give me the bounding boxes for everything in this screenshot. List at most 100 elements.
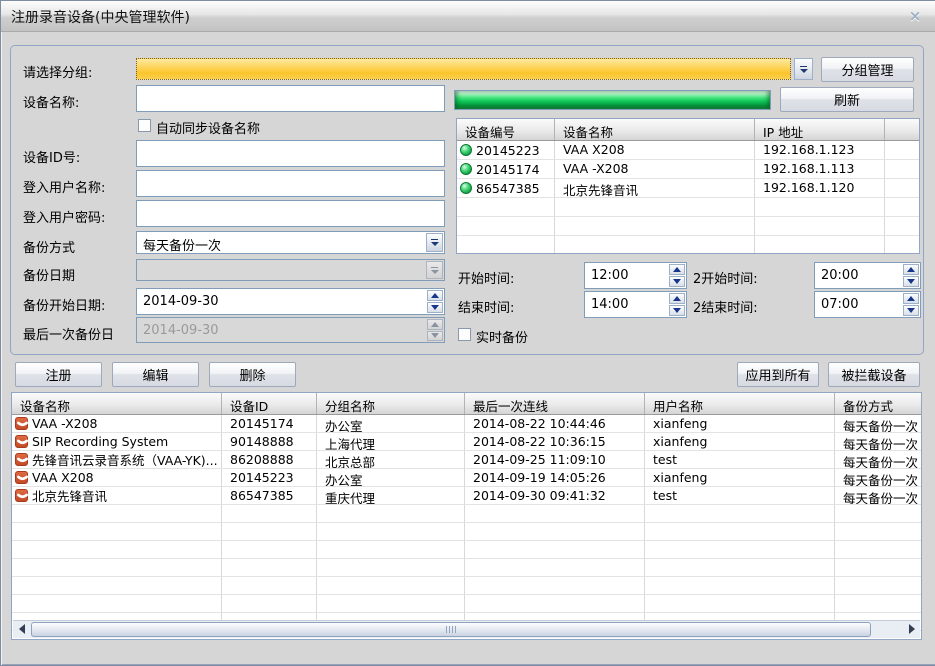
last-backup-date-spinner: 2014-09-30 (136, 317, 445, 343)
last-connection: 2014-09-30 09:41:32 (465, 487, 645, 504)
backup-mode-label: 备份方式 (23, 237, 75, 256)
spin-up-icon (427, 319, 443, 330)
empty-row (12, 505, 921, 523)
device-name: VAA -X208 (555, 160, 755, 178)
start-time-spinner[interactable]: 12:00 (584, 262, 687, 289)
group-select-dropdown-icon[interactable] (794, 58, 813, 80)
table-row[interactable]: VAA X208 20145223 办公室 2014-09-19 14:05:2… (12, 469, 921, 487)
spin-down-icon[interactable] (669, 305, 685, 316)
column-header[interactable]: 设备名称 (12, 393, 222, 414)
device-id: 86208888 (222, 451, 317, 468)
backup-date-combobox (136, 259, 445, 281)
spin-up-icon[interactable] (903, 293, 919, 304)
last-connection: 2014-09-25 11:09:10 (465, 451, 645, 468)
scrollbar-thumb[interactable] (31, 622, 871, 637)
spin-down-icon[interactable] (669, 276, 685, 287)
group-select-combobox[interactable] (136, 58, 791, 80)
last-connection: 2014-08-22 10:44:46 (465, 415, 645, 432)
start-time2-spinner[interactable]: 20:00 (814, 262, 921, 289)
realtime-backup-checkbox[interactable] (458, 328, 471, 341)
login-password-input[interactable] (136, 200, 445, 227)
start-time-value: 12:00 (591, 268, 628, 283)
end-time-value: 14:00 (591, 297, 628, 312)
apply-all-button[interactable]: 应用到所有 (737, 362, 819, 387)
blocked-devices-button[interactable]: 被拦截设备 (828, 362, 920, 387)
table-row[interactable]: 20145174 VAA -X208 192.168.1.113 (457, 160, 919, 179)
user-name: test (645, 451, 835, 468)
start-time2-label: 2开始时间: (693, 268, 758, 287)
group-name: 上海代理 (317, 433, 465, 450)
ip-address: 192.168.1.113 (755, 160, 885, 178)
ip-address: 192.168.1.120 (755, 179, 885, 197)
device-name: 先锋音讯云录音系统（VAA-YK)... (32, 451, 218, 468)
spin-down-icon (427, 331, 443, 342)
chevron-down-icon[interactable] (426, 233, 443, 252)
online-table-header: 设备编号 设备名称 IP 地址 (457, 119, 919, 141)
spin-up-icon[interactable] (669, 264, 685, 275)
auto-sync-checkbox[interactable] (138, 119, 151, 132)
backup-start-date-spinner[interactable]: 2014-09-30 (136, 288, 445, 315)
user-name: test (645, 487, 835, 504)
device-id-input[interactable] (136, 140, 445, 167)
end-time2-label: 2结束时间: (693, 297, 758, 316)
table-row[interactable]: 北京先锋音讯 86547385 重庆代理 2014-09-30 09:41:32… (12, 487, 921, 505)
device-name-input[interactable] (136, 85, 445, 112)
backup-date-label: 备份日期 (23, 265, 75, 284)
device-number: 20145174 (476, 162, 540, 177)
end-time2-spinner[interactable]: 07:00 (814, 291, 921, 318)
column-header[interactable]: 设备编号 (457, 119, 555, 140)
end-time-spinner[interactable]: 14:00 (584, 291, 687, 318)
delete-button[interactable]: 删除 (209, 362, 296, 387)
spin-up-icon[interactable] (427, 290, 443, 301)
spin-up-icon[interactable] (903, 264, 919, 275)
title-bar[interactable]: 注册录音设备(中央管理软件) × (1, 1, 935, 32)
refresh-button[interactable]: 刷新 (780, 87, 914, 112)
group-name: 办公室 (317, 415, 465, 432)
edit-button[interactable]: 编辑 (112, 362, 199, 387)
auto-sync-label: 自动同步设备名称 (156, 118, 260, 137)
phone-icon (15, 471, 28, 484)
column-header[interactable]: 分组名称 (317, 393, 465, 414)
chevron-down-icon (426, 261, 443, 279)
device-name: VAA X208 (32, 470, 94, 485)
register-button[interactable]: 注册 (15, 362, 102, 387)
last-connection: 2014-08-22 10:36:15 (465, 433, 645, 450)
online-status-icon (460, 163, 472, 175)
column-header[interactable]: 用户名称 (645, 393, 835, 414)
spin-up-icon[interactable] (669, 293, 685, 304)
login-user-input[interactable] (136, 170, 445, 197)
device-name: 北京先锋音讯 (555, 179, 755, 197)
close-icon[interactable]: × (905, 6, 925, 26)
column-header[interactable]: IP 地址 (755, 119, 885, 140)
empty-row (12, 523, 921, 541)
table-row[interactable]: 先锋音讯云录音系统（VAA-YK)... 86208888 北京总部 2014-… (12, 451, 921, 469)
device-id: 90148888 (222, 433, 317, 450)
table-row[interactable]: 86547385 北京先锋音讯 192.168.1.120 (457, 179, 919, 198)
column-header[interactable]: 设备名称 (555, 119, 755, 140)
empty-row (457, 198, 919, 217)
empty-row (457, 236, 919, 254)
column-header[interactable]: 最后一次连线 (465, 393, 645, 414)
phone-icon (15, 489, 28, 502)
phone-icon (15, 417, 28, 430)
spin-down-icon[interactable] (427, 302, 443, 313)
scroll-right-icon[interactable] (903, 621, 920, 637)
table-row[interactable]: VAA -X208 20145174 办公室 2014-08-22 10:44:… (12, 415, 921, 433)
login-password-label: 登入用户密码: (23, 207, 105, 226)
spin-down-icon[interactable] (903, 305, 919, 316)
empty-row (12, 541, 921, 559)
table-row[interactable]: 20145223 VAA X208 192.168.1.123 (457, 141, 919, 160)
backup-mode: 每天备份一次 (835, 469, 922, 486)
scroll-left-icon[interactable] (13, 621, 30, 637)
column-header[interactable]: 备份方式 (835, 393, 922, 414)
table-row[interactable]: SIP Recording System 90148888 上海代理 2014-… (12, 433, 921, 451)
realtime-backup-label: 实时备份 (476, 327, 528, 346)
ip-address: 192.168.1.123 (755, 141, 885, 159)
spin-down-icon[interactable] (903, 276, 919, 287)
backup-mode-combobox[interactable]: 每天备份一次 (136, 231, 445, 254)
column-header[interactable]: 设备ID (222, 393, 317, 414)
user-name: xianfeng (645, 433, 835, 450)
group-manage-button[interactable]: 分组管理 (821, 57, 914, 82)
user-name: xianfeng (645, 415, 835, 432)
horizontal-scrollbar[interactable] (13, 620, 920, 638)
